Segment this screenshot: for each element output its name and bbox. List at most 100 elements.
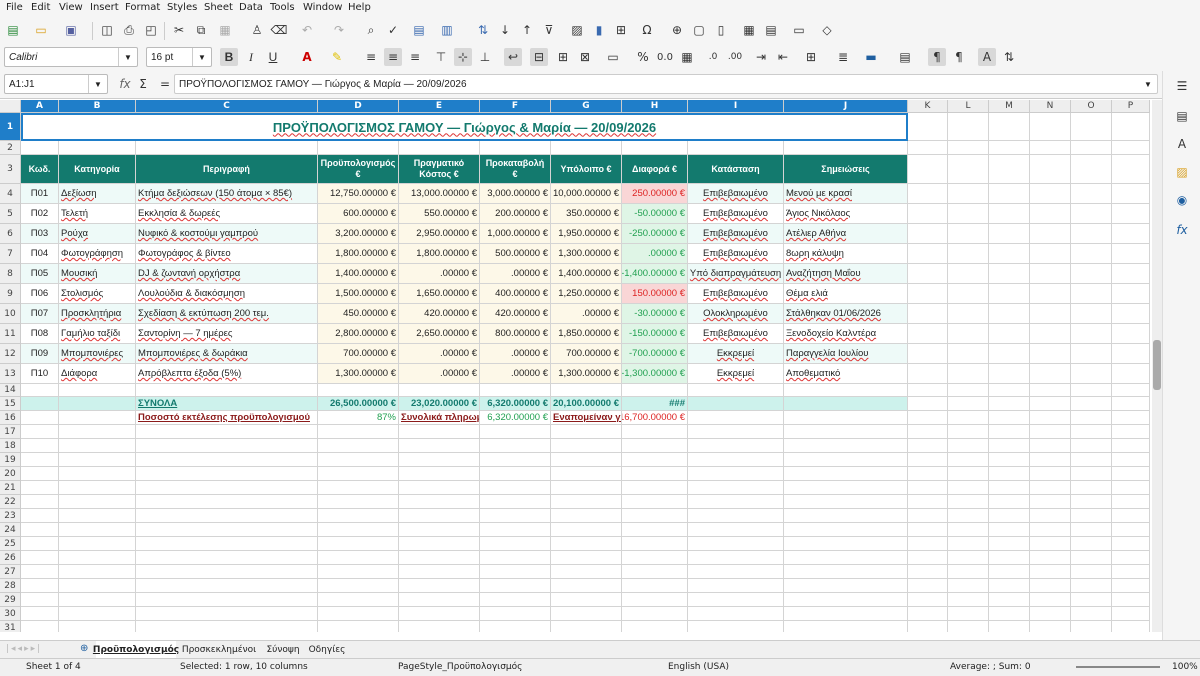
grid-cell[interactable] — [480, 565, 551, 579]
grid-cell[interactable] — [21, 453, 59, 467]
grid-cell[interactable] — [948, 155, 989, 184]
grid-cell[interactable] — [948, 523, 989, 537]
merge-center-icon[interactable]: ⊟ — [530, 48, 548, 66]
print-preview-icon[interactable]: ◰ — [142, 21, 160, 39]
cell-budget[interactable]: 450.00000 € — [318, 304, 399, 324]
grid-cell[interactable] — [1112, 324, 1150, 344]
grid-cell[interactable] — [551, 453, 622, 467]
grid-cell[interactable] — [551, 523, 622, 537]
grid-cell[interactable] — [784, 537, 908, 551]
grid-cell[interactable] — [989, 607, 1030, 621]
grid-cell[interactable] — [948, 113, 989, 141]
header-footer-icon[interactable]: ▯ — [712, 21, 730, 39]
cell-status[interactable]: Επιβεβαιωμένο — [688, 284, 784, 304]
cell-actual[interactable]: 420.00000 € — [399, 304, 480, 324]
cell-budget[interactable]: 700.00000 € — [318, 344, 399, 364]
grid-cell[interactable] — [399, 467, 480, 481]
expand-formula-icon[interactable]: ▼ — [1139, 75, 1157, 93]
column-title-7[interactable]: Διαφορά € — [622, 155, 688, 184]
row-header-14[interactable]: 14 — [0, 384, 21, 397]
vertical-scroll-thumb[interactable] — [1153, 340, 1161, 390]
show-draw-functions-icon[interactable]: ◇ — [818, 21, 836, 39]
sheet-tab-2[interactable]: Σύνοψη — [262, 641, 304, 658]
sheet-tab-1[interactable]: Προσκεκλημένοι — [180, 641, 258, 658]
cell-cat[interactable]: Στολισμός — [59, 284, 136, 304]
grid-cell[interactable] — [948, 509, 989, 523]
grid-cell[interactable] — [989, 495, 1030, 509]
row-header-1[interactable]: 1 — [0, 113, 21, 141]
row-header-17[interactable]: 17 — [0, 425, 21, 439]
grid-cell[interactable] — [948, 467, 989, 481]
grid-cell[interactable] — [1112, 439, 1150, 453]
grid-cell[interactable] — [908, 304, 948, 324]
grid-cell[interactable] — [399, 565, 480, 579]
row-header-20[interactable]: 20 — [0, 467, 21, 481]
column-title-8[interactable]: Κατάσταση — [688, 155, 784, 184]
grid-cell[interactable] — [551, 579, 622, 593]
grid-cell[interactable] — [318, 523, 399, 537]
grid-cell[interactable] — [480, 384, 551, 397]
row-header-22[interactable]: 22 — [0, 495, 21, 509]
cell-code[interactable]: Π06 — [21, 284, 59, 304]
grid-cell[interactable] — [551, 439, 622, 453]
cell-budget[interactable]: 600.00000 € — [318, 204, 399, 224]
add-decimal-icon[interactable]: .0 — [704, 48, 722, 66]
grid-cell[interactable] — [399, 481, 480, 495]
grid-cell[interactable] — [1030, 453, 1071, 467]
cell-status[interactable]: Επιβεβαιωμένο — [688, 224, 784, 244]
grid-cell[interactable] — [989, 244, 1030, 264]
grid-cell[interactable] — [622, 593, 688, 607]
chevron-down-icon[interactable]: ▼ — [192, 48, 211, 66]
cell-status[interactable]: Εκκρεμεί — [688, 344, 784, 364]
cell-actual[interactable]: .00000 € — [399, 344, 480, 364]
highlight-icon[interactable]: ✎ — [328, 48, 346, 66]
cell-status[interactable]: Επιβεβαιωμένο — [688, 244, 784, 264]
grid-cell[interactable] — [908, 537, 948, 551]
grid-cell[interactable] — [1071, 324, 1112, 344]
grid-cell[interactable] — [551, 495, 622, 509]
grid-cell[interactable] — [59, 621, 136, 632]
cell-budget[interactable]: 1,300.00000 € — [318, 364, 399, 384]
cell-diff[interactable]: -150.00000 € — [622, 324, 688, 344]
grid-cell[interactable] — [622, 495, 688, 509]
grid-cell[interactable] — [688, 141, 784, 155]
grid-cell[interactable] — [989, 509, 1030, 523]
grid-cell[interactable] — [480, 495, 551, 509]
insert-chart-icon[interactable]: ▮ — [590, 21, 608, 39]
find-replace-icon[interactable]: ⌕ — [362, 21, 380, 39]
borders-icon[interactable]: ⊞ — [802, 48, 820, 66]
grid-cell[interactable] — [948, 481, 989, 495]
grid-cell[interactable] — [1071, 344, 1112, 364]
column-header-f[interactable]: F — [480, 100, 551, 113]
grid-cell[interactable] — [318, 537, 399, 551]
grid-cell[interactable] — [551, 551, 622, 565]
grid-cell[interactable] — [688, 565, 784, 579]
grid-cell[interactable] — [1112, 224, 1150, 244]
wrap-text-icon[interactable]: ↩ — [504, 48, 522, 66]
column-title-6[interactable]: Υπόλοιπο € — [551, 155, 622, 184]
grid-cell[interactable] — [21, 579, 59, 593]
grid-cell[interactable] — [622, 537, 688, 551]
column-header-g[interactable]: G — [551, 100, 622, 113]
cell-diff[interactable]: -700.00000 € — [622, 344, 688, 364]
row16-cell[interactable]: 16,700.00000 € — [622, 411, 688, 425]
grid-cell[interactable] — [399, 509, 480, 523]
row-header-12[interactable]: 12 — [0, 344, 21, 364]
row-header-16[interactable]: 16 — [0, 411, 21, 425]
grid-cell[interactable] — [989, 155, 1030, 184]
sort-ascending-icon[interactable]: ↓ — [496, 21, 514, 39]
grid-cell[interactable] — [1112, 411, 1150, 425]
function-wizard-icon[interactable]: fx — [116, 75, 134, 93]
grid-cell[interactable] — [1030, 397, 1071, 411]
grid-cell[interactable] — [59, 537, 136, 551]
grid-cell[interactable] — [318, 593, 399, 607]
cell-deposit[interactable]: 420.00000 € — [480, 304, 551, 324]
grid-cell[interactable] — [989, 467, 1030, 481]
grid-cell[interactable] — [1030, 344, 1071, 364]
grid-cell[interactable] — [688, 439, 784, 453]
grid-cell[interactable] — [1071, 453, 1112, 467]
cell-status[interactable]: Υπό διαπραγμάτευση — [688, 264, 784, 284]
grid-cell[interactable] — [21, 607, 59, 621]
grid-cell[interactable] — [1071, 224, 1112, 244]
grid-cell[interactable] — [1030, 551, 1071, 565]
